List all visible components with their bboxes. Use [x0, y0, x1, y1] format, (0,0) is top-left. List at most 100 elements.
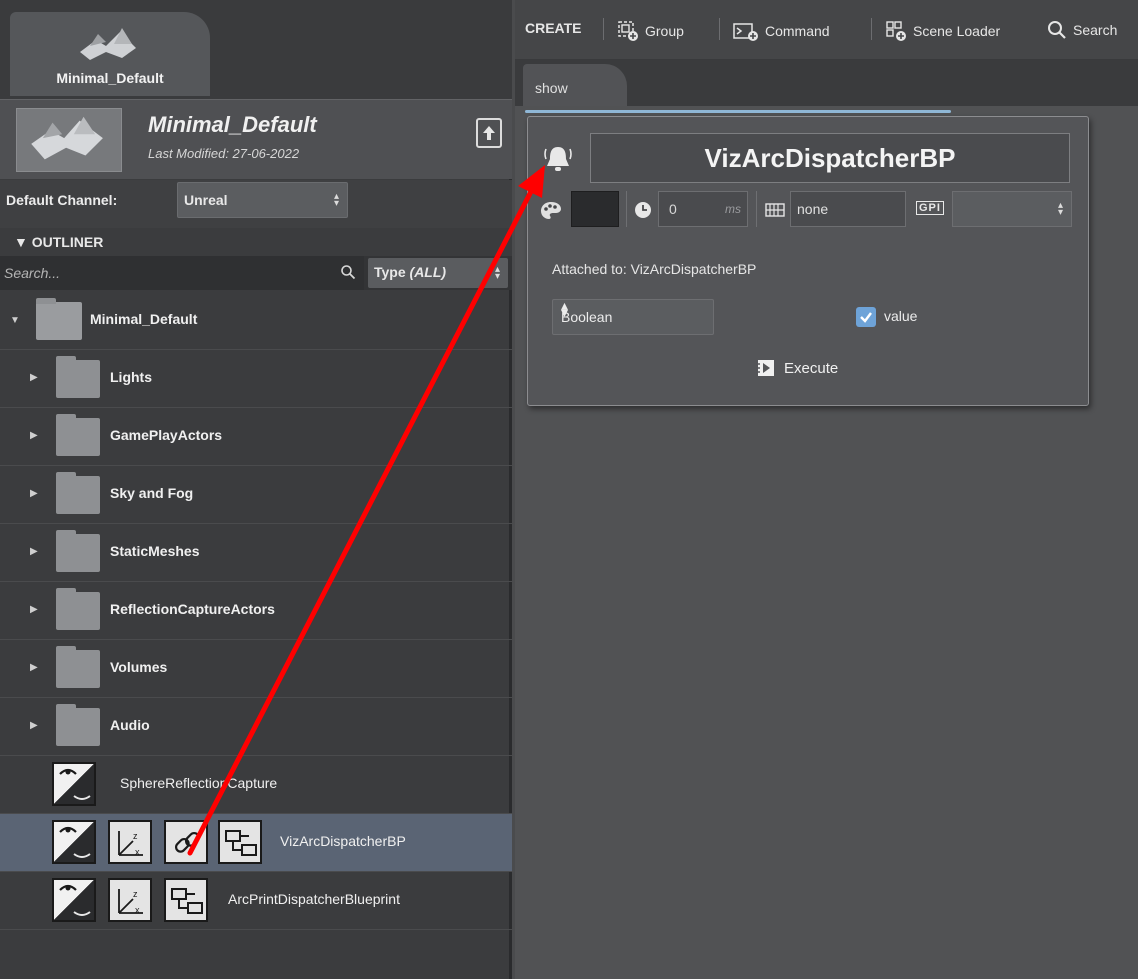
palette-icon	[541, 202, 561, 219]
color-swatch[interactable]	[571, 191, 619, 227]
outliner-title: ▼ OUTLINER	[14, 234, 104, 250]
project-preview-icon	[16, 108, 122, 172]
clock-icon	[635, 202, 651, 218]
project-header: Minimal_Default Last Modified: 27-06-202…	[0, 99, 512, 179]
folder-icon	[56, 704, 100, 746]
tree-item-label: Minimal_Default	[90, 311, 198, 327]
search-icon[interactable]	[340, 264, 356, 280]
tree-item-label: Lights	[110, 369, 152, 385]
outliner-header[interactable]: ▼ OUTLINER	[0, 230, 512, 256]
delay-input[interactable]: 0 ms	[658, 191, 748, 227]
project-tab[interactable]: Minimal_Default	[10, 12, 210, 96]
show-tabstrip: show	[515, 60, 1138, 106]
value-checkbox[interactable]	[856, 307, 876, 327]
delay-value: 0	[669, 201, 677, 217]
spinner-arrows-icon: ▴ ▾	[561, 297, 569, 320]
toolbar-divider	[719, 18, 720, 40]
tab-show-label: show	[535, 80, 568, 96]
delay-unit: ms	[725, 202, 741, 216]
folder-icon	[56, 414, 100, 456]
tree-item-label: Volumes	[110, 659, 168, 675]
folder-icon	[56, 646, 100, 688]
expand-right-icon[interactable]: ▶	[30, 430, 38, 441]
project-tab-label: Minimal_Default	[56, 70, 164, 86]
link-icon[interactable]	[164, 820, 208, 864]
tree-folder-audio[interactable]: ▶ Audio	[0, 698, 512, 756]
svg-text:x: x	[135, 847, 140, 857]
create-scene-loader-button[interactable]: Scene Loader	[885, 20, 1000, 42]
tree-item-label: GamePlayActors	[110, 427, 223, 443]
expand-right-icon[interactable]: ▶	[30, 546, 38, 557]
expand-right-icon[interactable]: ▶	[30, 720, 38, 731]
keyframe-value: none	[797, 201, 829, 217]
value-type-select[interactable]: Boolean ▴ ▾	[552, 297, 714, 335]
command-icon	[733, 23, 758, 41]
visibility-eye-icon[interactable]	[52, 878, 96, 922]
expand-right-icon[interactable]: ▶	[30, 372, 38, 383]
tree-actor-spherereflectioncapture[interactable]: SphereReflectionCapture	[0, 756, 512, 814]
transform-axes-icon[interactable]: z x	[108, 820, 152, 864]
project-title: Minimal_Default	[148, 112, 317, 137]
tree-item-label: Sky and Fog	[110, 485, 194, 501]
upload-icon	[483, 126, 495, 140]
tree-actor-arcprintdispatcherblueprint[interactable]: z x ArcPrintDispatcherBlueprint	[0, 872, 512, 930]
tree-folder-volumes[interactable]: ▶ Volumes	[0, 640, 512, 698]
command-card[interactable]: VizArcDispatcherBP 0 ms none GPI ▴ ▾ Att…	[525, 110, 1089, 406]
attached-to-label: Attached to: VizArcDispatcherBP	[552, 261, 757, 277]
svg-text:x: x	[135, 905, 140, 915]
folder-icon	[36, 298, 82, 340]
expand-right-icon[interactable]: ▶	[30, 488, 38, 499]
create-command-button[interactable]: Command	[733, 20, 830, 42]
tree-folder-sky-and-fog[interactable]: ▶ Sky and Fog	[0, 466, 512, 524]
alarm-bell-icon[interactable]	[542, 141, 574, 175]
tree-folder-staticmeshes[interactable]: ▶ StaticMeshes	[0, 524, 512, 582]
command-title: VizArcDispatcherBP	[704, 143, 956, 173]
execute-label: Execute	[784, 359, 839, 377]
folder-icon	[56, 356, 100, 398]
gpi-select[interactable]: ▴ ▾	[952, 191, 1072, 227]
visibility-eye-icon[interactable]	[52, 762, 96, 806]
tab-show[interactable]: show	[523, 64, 627, 106]
command-title-field[interactable]: VizArcDispatcherBP	[590, 133, 1070, 183]
tree-actor-vizarcdispatcherbp[interactable]: z x VizArcDispatcherBP	[0, 814, 512, 872]
value-checkbox-label: value	[884, 308, 918, 324]
tree-item-label: Audio	[110, 717, 150, 733]
toolbar-divider	[603, 18, 604, 40]
tree-item-label: ArcPrintDispatcherBlueprint	[228, 891, 400, 907]
visibility-eye-icon[interactable]	[52, 820, 96, 864]
tree-folder-gameplayactors[interactable]: ▶ GamePlayActors	[0, 408, 512, 466]
channel-select[interactable]: Unreal ▴ ▾	[177, 182, 348, 218]
keyframe-input[interactable]: none	[790, 191, 906, 227]
channel-value: Unreal	[184, 192, 228, 208]
field-divider	[626, 191, 627, 227]
type-filter-select[interactable]: Type (ALL) ▴ ▾	[368, 258, 508, 288]
blueprint-icon[interactable]	[164, 878, 208, 922]
tree-root-minimal-default[interactable]: ▼ Minimal_Default	[0, 292, 512, 350]
expand-right-icon[interactable]: ▶	[30, 662, 38, 673]
gpi-icon: GPI	[916, 201, 944, 215]
tree-item-label: SphereReflectionCapture	[120, 775, 278, 791]
channel-row: Default Channel: Unreal ▴ ▾	[0, 180, 512, 228]
show-canvas[interactable]: VizArcDispatcherBP 0 ms none GPI ▴ ▾ Att…	[515, 106, 1138, 979]
checkmark-icon	[860, 312, 872, 323]
show-panel: CREATE Group Command Scene Loader Search…	[515, 0, 1138, 979]
folder-icon	[56, 472, 100, 514]
tree-folder-lights[interactable]: ▶ Lights	[0, 350, 512, 408]
transform-axes-icon[interactable]: z x	[108, 878, 152, 922]
toolbar-search-button[interactable]: Search	[1047, 20, 1117, 40]
folder-icon	[56, 588, 100, 630]
expand-right-icon[interactable]: ▶	[30, 604, 38, 615]
outliner-search-input[interactable]	[0, 256, 364, 290]
scene-loader-icon	[886, 21, 906, 41]
type-filter-label: Type (ALL)	[374, 264, 447, 280]
execute-button[interactable]: Execute	[756, 353, 866, 383]
blueprint-icon[interactable]	[218, 820, 262, 864]
tree-folder-reflectioncaptureactors[interactable]: ▶ ReflectionCaptureActors	[0, 582, 512, 640]
export-button[interactable]	[476, 118, 502, 148]
channel-label: Default Channel:	[6, 192, 118, 208]
expand-down-icon[interactable]: ▼	[10, 315, 20, 326]
spinner-arrows-icon: ▴ ▾	[333, 191, 339, 209]
project-tabbar: Minimal_Default	[0, 0, 512, 99]
execute-icon	[756, 360, 774, 376]
create-group-button[interactable]: Group	[617, 20, 684, 42]
